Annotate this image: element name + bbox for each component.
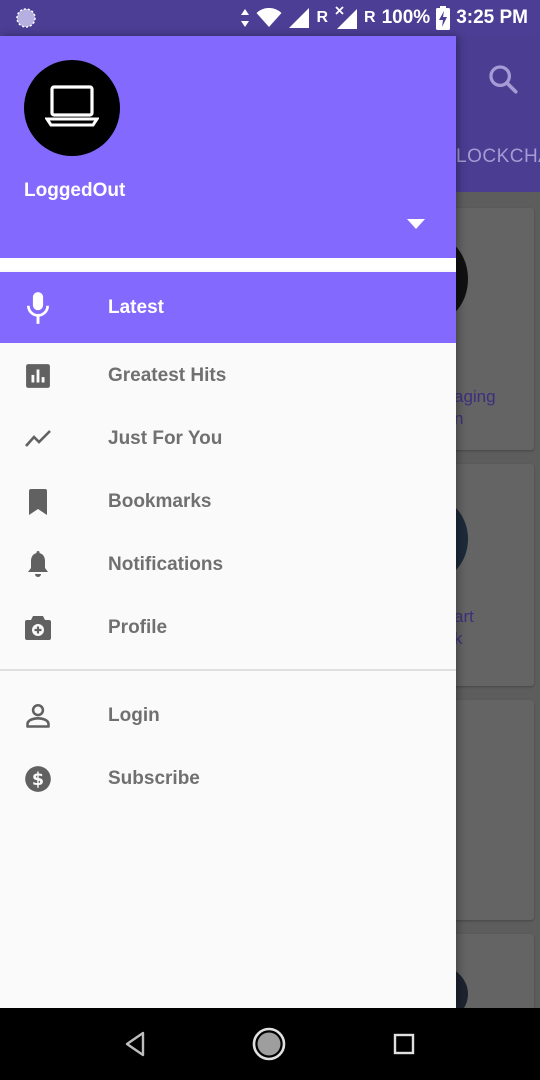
menu-item-label: Bookmarks [108,490,212,512]
dollar-circle-icon: $ [24,765,52,793]
menu-item-just-for-you[interactable]: Just For You [0,407,456,470]
clock: 3:25 PM [456,7,528,28]
camera-plus-icon [24,614,52,642]
menu-item-label: Profile [108,616,168,638]
bookmark-icon [24,488,52,516]
battery-charging-icon [436,6,451,30]
menu-item-subscribe[interactable]: $ Subscribe [0,747,456,810]
menu-item-label: Login [108,704,160,726]
navigation-drawer: LoggedOut Latest Greatest Hits Just For … [0,36,456,1008]
article-card[interactable]: art k [398,464,534,686]
menu-item-notifications[interactable]: Notifications [0,533,456,596]
data-arrows-icon [240,8,250,28]
menu-divider [0,669,456,671]
article-title: aging [454,387,496,406]
drawer-header: LoggedOut [0,36,456,258]
status-bar: R R 100% 3:25 PM [0,0,540,36]
roaming-indicator: R [364,9,376,26]
laptop-icon [44,84,100,133]
microphone-icon [24,291,52,324]
search-icon[interactable] [486,62,520,96]
svg-text:$: $ [32,769,44,789]
article-card[interactable] [398,934,534,1008]
avatar[interactable] [24,60,120,156]
menu-item-latest[interactable]: Latest [0,272,456,343]
article-card[interactable]: aging n [398,208,534,450]
home-icon[interactable] [251,1026,287,1062]
signal-icon [288,7,310,29]
menu-item-label: Subscribe [108,767,200,789]
chevron-down-icon[interactable] [404,212,428,236]
signal-no-data-icon [334,6,358,30]
account-name: LoggedOut [24,180,126,201]
back-icon[interactable] [117,1026,153,1062]
recents-icon[interactable] [386,1026,422,1062]
menu-item-greatest-hits[interactable]: Greatest Hits [0,344,456,407]
menu-item-label: Notifications [108,553,224,575]
menu-item-login[interactable]: Login [0,684,456,747]
roaming-indicator: R [316,9,329,26]
battery-percent: 100% [381,7,431,28]
menu-item-bookmarks[interactable]: Bookmarks [0,470,456,533]
person-outline-icon [24,702,52,730]
system-navigation-bar [0,1008,540,1080]
bar-chart-icon [24,362,52,390]
article-title: art [454,607,474,626]
bell-icon [24,550,52,579]
menu-item-label: Latest [108,296,164,318]
menu-item-label: Greatest Hits [108,364,227,386]
wifi-icon [256,8,282,28]
menu-item-label: Just For You [108,427,223,449]
app-notification-icon [14,6,38,30]
trending-line-icon [24,425,52,453]
article-card[interactable] [448,700,534,920]
tab-blockchain[interactable]: LOCKCHA [456,146,540,168]
menu-item-profile[interactable]: Profile [0,596,456,659]
header-divider [0,258,456,270]
